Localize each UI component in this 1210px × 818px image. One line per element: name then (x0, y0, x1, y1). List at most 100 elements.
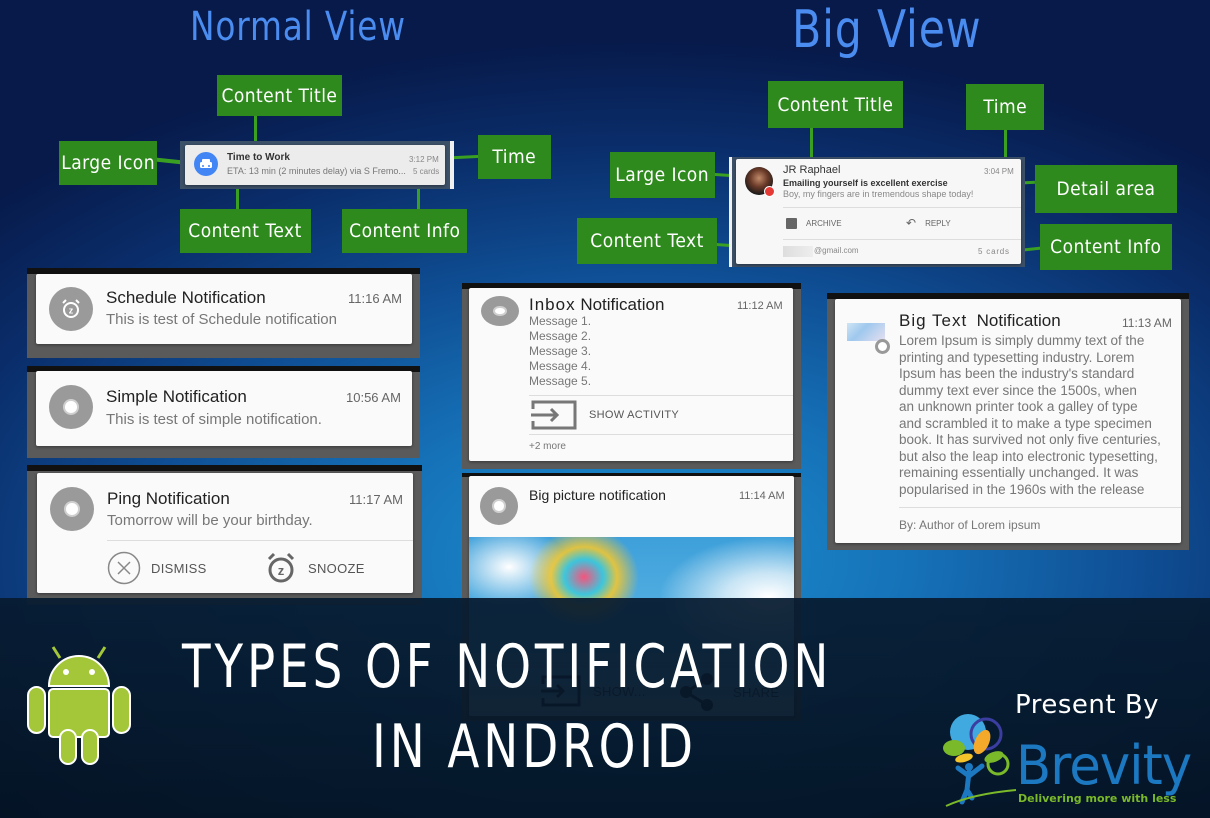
schedule-notification[interactable]: z Schedule Notification 11:16 AM This is… (36, 274, 412, 344)
notification-time: 11:17 AM (349, 492, 403, 507)
show-activity-button[interactable]: SHOW ACTIVITY (529, 398, 679, 432)
big-text-line: printing and typesetting industry. Lorem (899, 349, 1135, 365)
notification-title: Big Text Notification (899, 311, 1061, 330)
big-text-line: but also the leap into electronic typese… (899, 448, 1158, 464)
reply-icon: ↶ (906, 216, 917, 230)
divider (783, 207, 1021, 208)
summary-text: By: Author of Lorem ipsum (899, 518, 1041, 532)
notification-info: 5 cards (413, 167, 440, 176)
big-text-line: popularised in the 1960s with the releas… (899, 481, 1145, 497)
notification-time: 11:16 AM (348, 291, 402, 306)
dismiss-label: DISMISS (151, 560, 207, 576)
dismiss-button[interactable]: DISMISS (107, 551, 207, 585)
show-activity-icon (531, 400, 577, 430)
big-text-line: Ipsum has been the industry's standard (899, 366, 1135, 381)
callout-time: Time (966, 84, 1044, 130)
big-view-heading: Big View (792, 0, 982, 60)
alarm-icon: z (49, 287, 93, 331)
svg-text:z: z (278, 563, 285, 578)
notification-title: Time to Work (227, 152, 290, 163)
big-text-notification[interactable]: Big Text Notification 11:13 AM Lorem Ips… (835, 299, 1181, 543)
svg-text:z: z (69, 306, 74, 316)
brand-name: Brevity (1016, 734, 1192, 797)
normal-view-notification[interactable]: Time to Work ETA: 13 min (2 minutes dela… (185, 145, 445, 185)
reply-button[interactable]: ↶ REPLY (906, 215, 951, 231)
snooze-label: SNOOZE (308, 560, 365, 576)
snooze-button[interactable]: z SNOOZE (266, 551, 365, 585)
brand-tagline: Delivering more with less (1018, 792, 1177, 805)
divider (107, 540, 413, 541)
big-text-line: remaining essentially unchanged. It was (899, 465, 1139, 480)
detail-bold: Emailing yourself is excellent exercise (783, 178, 948, 188)
big-text-line: an unknown printer took a galley of type (899, 399, 1138, 414)
brevity-logo-icon (943, 714, 1017, 807)
notification-text: This is test of Schedule notification (106, 311, 337, 328)
callout-large-icon: Large Icon (610, 152, 715, 198)
ping-notification[interactable]: Ping Notification 11:17 AM Tomorrow will… (37, 473, 413, 593)
archive-label: ARCHIVE (806, 218, 842, 228)
callout-content-title: Content Title (768, 81, 903, 128)
notification-text: Tomorrow will be your birthday. (107, 512, 313, 529)
divider (899, 507, 1181, 508)
callout-time: Time (478, 135, 551, 179)
notification-title: Schedule Notification (106, 288, 266, 307)
divider (529, 434, 793, 435)
gmail-badge-icon (764, 186, 775, 197)
big-text-line: dummy text ever since the 1500s, when (899, 382, 1137, 398)
content-info: 5 cards (978, 247, 1010, 256)
callout-detail-area: Detail area (1035, 165, 1177, 213)
big-text-line: book. It has survived not only five cent… (899, 432, 1161, 447)
notification-time: 11:14 AM (739, 490, 785, 502)
callout-large-icon: Large Icon (59, 141, 157, 185)
notification-text: ETA: 13 min (2 minutes delay) via S Frem… (227, 166, 406, 176)
banner-title-line2: IN ANDROID (372, 712, 697, 782)
notification-title: Simple Notification (106, 387, 247, 406)
notification-title: JR Raphael (783, 164, 841, 176)
car-icon (194, 152, 218, 176)
notification-title: Ping Notification (107, 489, 230, 508)
disc-icon (480, 487, 518, 525)
present-by-label: Present By (1015, 690, 1160, 720)
notification-title: Big picture notification (529, 487, 666, 503)
show-activity-label: SHOW ACTIVITY (589, 409, 680, 421)
callout-content-info: Content Info (1040, 224, 1172, 270)
inbox-message: Message 3. (529, 344, 592, 358)
big-view-notification[interactable]: JR Raphael 3:04 PM Emailing yourself is … (736, 159, 1021, 264)
notification-text: This is test of simple notification. (106, 411, 322, 428)
disc-icon (50, 487, 94, 531)
inbox-message: Message 2. (529, 329, 592, 343)
divider (529, 395, 793, 396)
inbox-message: Message 5. (529, 374, 592, 388)
callout-content-title: Content Title (217, 75, 342, 116)
detail-text: Boy, my fingers are in tremendous shape … (783, 189, 974, 199)
banner-title-line1: TYPES OF NOTIFICATION (182, 632, 833, 702)
blurred-email-user (783, 246, 813, 257)
inbox-notification[interactable]: Inbox Notification 11:12 AM Message 1. M… (469, 288, 793, 461)
callout-content-info: Content Info (342, 209, 467, 253)
notification-time: 11:13 AM (1122, 316, 1172, 330)
snooze-icon: z (267, 552, 295, 583)
inbox-message: Message 4. (529, 359, 592, 373)
android-logo-icon (27, 646, 131, 765)
divider (783, 239, 1021, 240)
normal-view-heading: Normal View (190, 4, 406, 50)
dismiss-icon (107, 551, 141, 585)
inbox-messages: Message 1. Message 2. Message 3. Message… (529, 314, 591, 389)
big-text-line: Lorem Ipsum is simply dummy text of the (899, 333, 1145, 348)
content-text: @gmail.com (814, 246, 859, 255)
simple-notification[interactable]: Simple Notification 10:56 AM This is tes… (36, 371, 412, 446)
more-count: +2 more (529, 441, 566, 452)
scrollbar (450, 141, 454, 189)
thumbnail-image (847, 323, 885, 341)
callout-content-text: Content Text (180, 209, 311, 253)
notification-time: 11:12 AM (737, 300, 783, 312)
notification-title: Inbox Notification (529, 295, 665, 314)
archive-icon (786, 217, 797, 229)
inbox-message: Message 1. (529, 314, 592, 328)
big-text-line: and scrambled it to make a type specimen (899, 415, 1152, 431)
big-text-body: Lorem Ipsum is simply dummy text of the … (899, 333, 1161, 498)
archive-button[interactable]: ARCHIVE (786, 215, 842, 231)
disc-icon (49, 385, 93, 429)
small-disc-icon (875, 339, 890, 354)
callout-content-text: Content Text (577, 218, 717, 264)
